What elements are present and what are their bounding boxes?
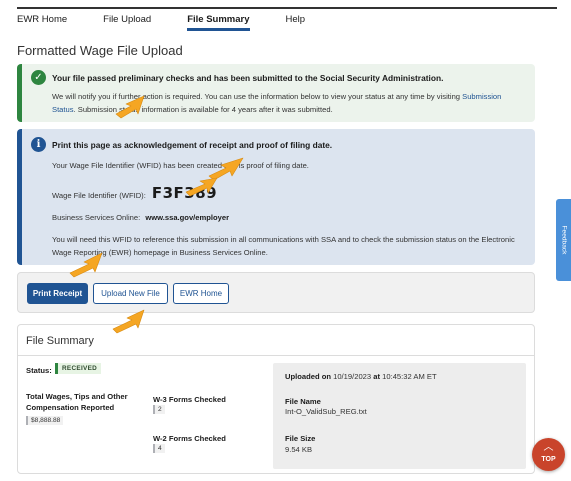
annotation-arrows bbox=[69, 95, 244, 334]
annotation-arrow-icon bbox=[112, 309, 145, 334]
annotation-arrow-icon bbox=[69, 252, 103, 278]
annotation-arrow-icon bbox=[208, 157, 244, 181]
annotation-arrow-icon bbox=[185, 177, 218, 197]
annotation-arrow-icon bbox=[115, 95, 145, 119]
